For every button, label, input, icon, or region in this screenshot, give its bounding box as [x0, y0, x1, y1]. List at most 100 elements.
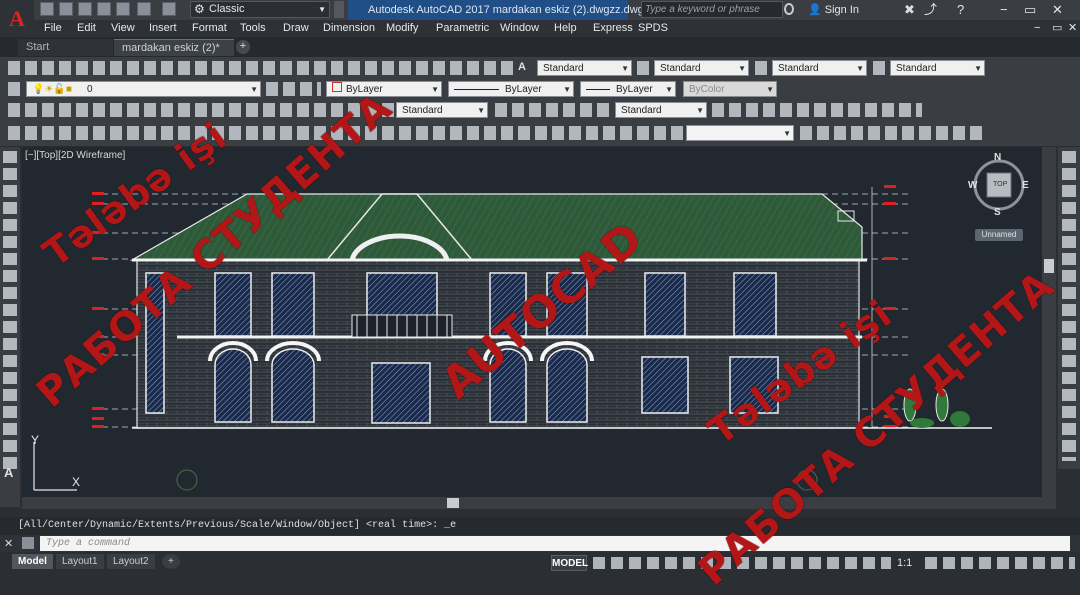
menu-file[interactable]: File: [44, 20, 62, 37]
status-tools-icons[interactable]: [925, 557, 1075, 569]
save-as-icon[interactable]: [97, 2, 111, 16]
dim-style-dropdown[interactable]: Standard ▼: [654, 60, 749, 76]
draw-toolbar-vertical: A: [0, 147, 20, 507]
a360-icon[interactable]: ⤴: [924, 0, 937, 20]
quick-access-customize-icon[interactable]: [334, 1, 344, 18]
chevron-down-icon: ▼: [665, 85, 673, 94]
menu-dimension[interactable]: Dimension: [323, 20, 375, 37]
multileader-style-dropdown[interactable]: Standard ▼: [890, 60, 985, 76]
plot-style-dropdown[interactable]: ByColor ▼: [683, 81, 777, 97]
viewport-controls[interactable]: [−][Top][2D Wireframe]: [25, 150, 125, 161]
add-layout-button[interactable]: +: [162, 554, 180, 569]
command-close-icon[interactable]: ✕: [4, 537, 13, 550]
modify-tools-icons[interactable]: [1062, 151, 1076, 461]
new-tab-button[interactable]: +: [236, 40, 250, 54]
workspace-label: Classic: [209, 3, 245, 15]
lineweight-dropdown[interactable]: ByLayer ▼: [580, 81, 676, 97]
search-input[interactable]: Type a keyword or phrase: [641, 1, 783, 18]
annotation-style-dropdown[interactable]: Standard ▼: [396, 102, 488, 118]
color-dropdown[interactable]: ByLayer ▼: [326, 81, 442, 97]
chevron-down-icon: ▼: [431, 85, 439, 94]
mleader-style-dropdown[interactable]: Standard ▼: [615, 102, 707, 118]
workspace-dropdown[interactable]: ⚙ Classic ▼: [190, 1, 330, 18]
menu-restore-button[interactable]: ▭: [1052, 20, 1062, 37]
grid-bubble: [176, 469, 198, 491]
tab-model[interactable]: Model: [12, 554, 53, 569]
menu-spds[interactable]: SPDS: [638, 20, 668, 37]
layer-tools-icons[interactable]: [266, 82, 321, 96]
menu-express[interactable]: Express: [593, 20, 633, 37]
compass-east[interactable]: E: [1022, 180, 1029, 191]
vertical-scroll-thumb[interactable]: [1044, 259, 1054, 273]
compass-south[interactable]: S: [994, 207, 1001, 218]
multiline-text-icon[interactable]: A: [4, 465, 13, 480]
modeling-toolbar-icons[interactable]: [8, 126, 683, 140]
lineweight-value: ByLayer: [616, 84, 653, 95]
tab-start[interactable]: Start: [18, 39, 113, 56]
horizontal-scroll-thumb[interactable]: [447, 498, 459, 508]
view-cube-top[interactable]: TOP: [993, 181, 1007, 188]
layer-dropdown[interactable]: 💡☀🔓■ 0 ▼: [26, 81, 261, 97]
window-title: Autodesk AutoCAD 2017 mardakan eskiz (2)…: [348, 0, 644, 20]
dimension-toolbar-icons[interactable]: [8, 103, 394, 117]
table-style-icon[interactable]: [755, 61, 769, 75]
menu-help[interactable]: Help: [554, 20, 577, 37]
annotation-scale[interactable]: 1:1: [897, 555, 912, 571]
multileader-toolbar-icons[interactable]: [495, 103, 613, 117]
standard-toolbar-icons[interactable]: [8, 61, 513, 75]
menu-view[interactable]: View: [111, 20, 135, 37]
application-menu-button[interactable]: A: [0, 0, 34, 38]
tab-drawing[interactable]: mardakan eskiz (2)*: [114, 39, 234, 56]
drawing-canvas[interactable]: [22, 147, 1042, 497]
binoculars-icon[interactable]: [784, 3, 794, 15]
open-file-icon[interactable]: [59, 2, 73, 16]
dim-style-icon[interactable]: [637, 61, 651, 75]
roof: [129, 193, 863, 261]
menu-draw[interactable]: Draw: [283, 20, 309, 37]
layer-state-icons: 💡☀🔓■: [32, 84, 72, 95]
save-icon[interactable]: [78, 2, 92, 16]
compass-west[interactable]: W: [968, 180, 977, 191]
draw-tools-icons[interactable]: [3, 151, 17, 471]
table-style-dropdown[interactable]: Standard ▼: [772, 60, 867, 76]
undo-icon[interactable]: [137, 2, 151, 16]
autocad-logo-icon: A: [9, 6, 25, 31]
text-style-icon[interactable]: A: [518, 61, 532, 75]
menu-modify[interactable]: Modify: [386, 20, 418, 37]
tab-layout2[interactable]: Layout2: [107, 554, 155, 569]
multileader-tools-icons[interactable]: [712, 103, 922, 117]
maximize-button[interactable]: ▭: [1024, 0, 1036, 20]
horizontal-scrollbar[interactable]: [22, 497, 1056, 509]
exchange-apps-icon[interactable]: ✖: [904, 0, 915, 20]
command-input[interactable]: Type a command: [40, 536, 1070, 551]
linetype-dropdown[interactable]: ByLayer ▼: [448, 81, 574, 97]
wcs-menu[interactable]: Unnamed: [975, 229, 1023, 241]
menu-format[interactable]: Format: [192, 20, 227, 37]
plot-icon[interactable]: [116, 2, 130, 16]
menu-tools[interactable]: Tools: [240, 20, 266, 37]
menu-close-button[interactable]: ✕: [1068, 20, 1077, 37]
new-file-icon[interactable]: [40, 2, 54, 16]
text-style-dropdown[interactable]: Standard ▼: [537, 60, 632, 76]
minimize-button[interactable]: −: [1000, 0, 1008, 20]
command-prompt-icon[interactable]: [22, 537, 34, 549]
render-toolbar-icons[interactable]: [800, 126, 985, 140]
drafting-aids-icons[interactable]: [593, 557, 891, 569]
visual-style-dropdown[interactable]: ▼: [686, 125, 794, 141]
layers-toolbar: 💡☀🔓■ 0 ▼ ByLayer ▼ ByLayer ▼ ByLayer ▼ ByCol…: [0, 79, 1080, 101]
menu-window[interactable]: Window: [500, 20, 539, 37]
vertical-scrollbar[interactable]: [1042, 147, 1056, 497]
menu-edit[interactable]: Edit: [77, 20, 96, 37]
menu-minimize-button[interactable]: −: [1034, 20, 1040, 37]
help-button[interactable]: ?: [957, 0, 964, 20]
menu-parametric[interactable]: Parametric: [436, 20, 489, 37]
sign-in-button[interactable]: 👤 Sign In: [808, 0, 859, 20]
menu-insert[interactable]: Insert: [149, 20, 177, 37]
tab-layout1[interactable]: Layout1: [56, 554, 104, 569]
model-space-button[interactable]: MODEL: [551, 555, 588, 571]
close-button[interactable]: ✕: [1052, 0, 1063, 20]
layer-properties-icon[interactable]: [8, 82, 22, 96]
multileader-style-icon[interactable]: [873, 61, 887, 75]
compass-north[interactable]: N: [994, 152, 1001, 163]
redo-icon[interactable]: [162, 2, 176, 16]
